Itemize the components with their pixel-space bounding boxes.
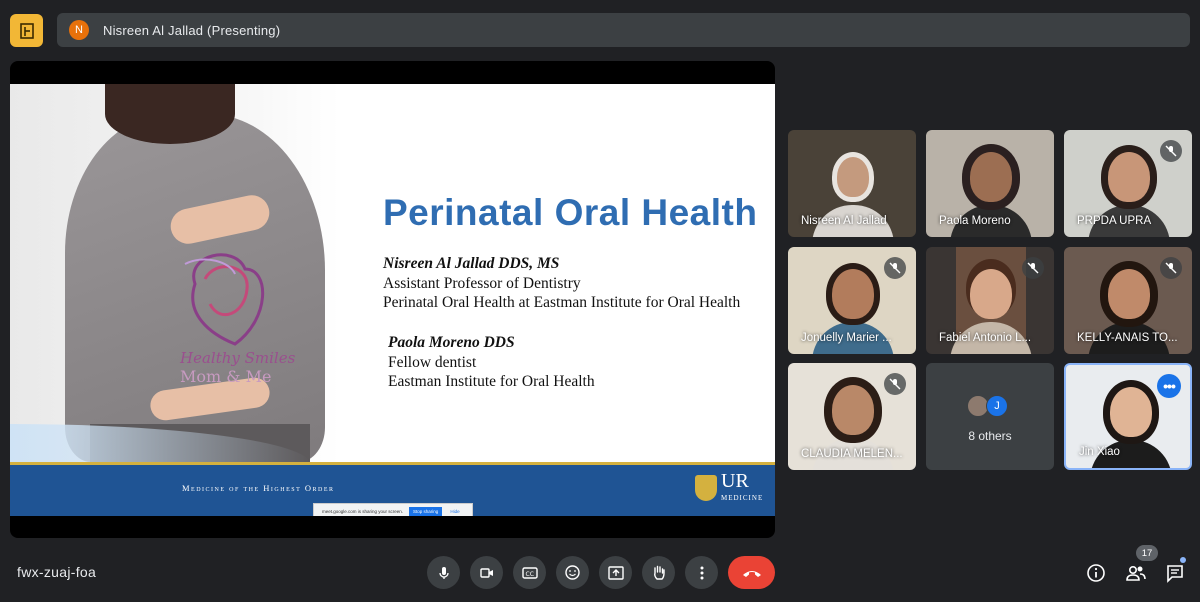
ur-medicine-logo: UR MEDICINE — [695, 470, 764, 504]
participant-tile[interactable]: PRPDA UPRA — [1064, 130, 1192, 237]
captions-icon: CC — [521, 566, 538, 579]
participant-name: Nisreen Al Jallad — [801, 215, 887, 227]
mic-off-icon — [1022, 257, 1044, 279]
people-icon — [1126, 565, 1146, 581]
chat-notification-dot — [1180, 557, 1186, 563]
participant-face — [1110, 387, 1152, 437]
raise-hand-button[interactable] — [642, 556, 675, 589]
participant-tile[interactable]: Nisreen Al Jallad — [788, 130, 916, 237]
share-notice-text: meet.google.com is sharing your screen. — [322, 508, 404, 514]
participant-tile[interactable]: Jonuelly Marier ... — [788, 247, 916, 354]
presenter-label: Nisreen Al Jallad (Presenting) — [103, 22, 281, 38]
ur-logo-big: UR — [721, 470, 749, 492]
emoji-button[interactable] — [556, 556, 589, 589]
meeting-logo-button[interactable] — [10, 14, 43, 47]
slide-motto: Medicine of the Highest Order — [182, 483, 335, 493]
presenter-bar: N Nisreen Al Jallad (Presenting) — [57, 13, 1190, 47]
camera-button[interactable] — [470, 556, 503, 589]
participant-name: Fabiel Antonio L... — [939, 332, 1032, 344]
emoji-icon — [565, 565, 580, 580]
microphone-button[interactable] — [427, 556, 460, 589]
participant-face — [1108, 269, 1150, 319]
present-screen-icon — [607, 565, 624, 580]
others-tile[interactable]: J 8 others — [926, 363, 1054, 470]
people-button[interactable] — [1124, 561, 1148, 585]
presenter2-line2: Eastman Institute for Oral Health — [388, 373, 595, 390]
screen-share-notice: meet.google.com is sharing your screen. … — [313, 503, 473, 516]
logo-text-mom-me: Mom & Me — [180, 367, 272, 386]
participant-tile[interactable]: Paola Moreno — [926, 130, 1054, 237]
presenter2-line1: Fellow dentist — [388, 353, 477, 371]
presenter1-line2: Perinatal Oral Health at Eastman Institu… — [383, 294, 741, 311]
mic-off-icon — [884, 373, 906, 395]
presenter2-block: Paola Moreno DDS Fellow dentist Eastman … — [388, 333, 595, 392]
participant-face — [832, 385, 874, 435]
presenter1-name: Nisreen Al Jallad DDS, MS — [383, 255, 560, 272]
presenter1-line1: Assistant Professor of Dentistry — [383, 274, 581, 292]
more-vert-icon — [700, 566, 703, 579]
participant-name: Paola Moreno — [939, 215, 1011, 227]
people-count-badge: 17 — [1136, 545, 1158, 561]
others-avatar-initial: J — [986, 395, 1008, 417]
others-avatars: J — [967, 395, 1008, 417]
more-options-icon[interactable]: ••• — [1157, 374, 1181, 398]
stop-sharing-button[interactable]: Stop sharing — [409, 506, 443, 516]
presenter2-name: Paola Moreno DDS — [388, 334, 515, 351]
end-call-icon — [742, 570, 761, 577]
mic-off-icon — [1160, 257, 1182, 279]
camera-icon — [479, 567, 493, 578]
slide-photo: Healthy Smiles Mom & Me — [10, 84, 340, 464]
meeting-details-button[interactable] — [1084, 561, 1108, 585]
logo-text-healthy-smiles: Healthy Smiles — [180, 349, 296, 367]
end-call-button[interactable] — [728, 556, 775, 589]
mic-off-icon — [1160, 140, 1182, 162]
chat-icon — [1167, 565, 1183, 583]
participant-tile-active[interactable]: ••• Jin Xiao — [1064, 363, 1192, 470]
participant-face — [970, 269, 1012, 319]
mic-off-icon — [884, 257, 906, 279]
captions-button[interactable]: CC — [513, 556, 546, 589]
raise-hand-icon — [653, 565, 665, 580]
participant-name: Jin Xiao — [1079, 446, 1120, 458]
participant-tile[interactable]: KELLY-ANAIS TO... — [1064, 247, 1192, 354]
participant-face — [832, 269, 874, 319]
hide-notice-link[interactable]: Hide — [450, 509, 459, 514]
others-label: 8 others — [968, 429, 1012, 443]
participant-tile[interactable]: CLAUDIA MELEN... — [788, 363, 916, 470]
present-screen-button[interactable] — [599, 556, 632, 589]
presenter-avatar: N — [69, 20, 89, 40]
participant-name: PRPDA UPRA — [1077, 215, 1152, 227]
slide: Healthy Smiles Mom & Me Perinatal Oral H… — [10, 84, 775, 516]
slide-title: Perinatal Oral Health — [383, 192, 758, 233]
participant-face — [970, 152, 1012, 202]
presentation-frame: Healthy Smiles Mom & Me Perinatal Oral H… — [10, 61, 775, 538]
photo-hair — [105, 84, 235, 144]
microphone-icon — [438, 566, 449, 579]
ur-logo-small: MEDICINE — [721, 494, 764, 502]
participant-name: Jonuelly Marier ... — [801, 332, 892, 344]
document-icon — [19, 22, 34, 39]
info-icon — [1087, 564, 1105, 582]
participant-face — [832, 152, 874, 202]
participant-name: KELLY-ANAIS TO... — [1077, 332, 1178, 344]
more-options-button[interactable] — [685, 556, 718, 589]
meeting-code: fwx-zuaj-foa — [17, 564, 97, 580]
svg-text:CC: CC — [525, 571, 533, 578]
chat-button[interactable] — [1163, 561, 1187, 585]
presenter1-block: Nisreen Al Jallad DDS, MS Assistant Prof… — [383, 254, 740, 313]
participant-name: CLAUDIA MELEN... — [801, 448, 903, 460]
ur-crest-icon — [695, 475, 717, 501]
participant-tile[interactable]: Fabiel Antonio L... — [926, 247, 1054, 354]
participant-face — [1108, 152, 1150, 202]
